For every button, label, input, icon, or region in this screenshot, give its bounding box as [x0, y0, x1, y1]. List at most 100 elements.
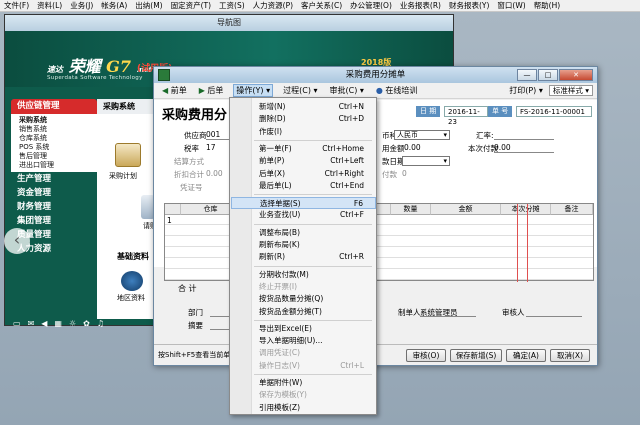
status-icon[interactable]: ✉: [28, 319, 35, 328]
sidebar-subitem[interactable]: 销售系统: [19, 125, 97, 134]
menu-item-label: 导入单据明细(U)...: [259, 336, 323, 346]
print-style-select[interactable]: 标准样式 ▾: [548, 85, 593, 96]
menubar-item[interactable]: 工资(S): [215, 0, 249, 11]
menubar-item[interactable]: 客户关系(C): [297, 0, 346, 11]
menubar-item[interactable]: 固定资产(T): [167, 0, 215, 11]
purchase-plan-label: 采购计划: [109, 172, 137, 180]
sidebar-module[interactable]: 财务管理: [11, 200, 97, 214]
rate-field[interactable]: [494, 130, 554, 140]
menu-item[interactable]: 后单(X) Ctrl+Right: [231, 168, 376, 180]
menubar-item[interactable]: 业务(J): [66, 0, 97, 11]
menubar-item[interactable]: 办公管理(O): [346, 0, 396, 11]
process-menu-button[interactable]: 过程(C) ▾: [281, 85, 319, 96]
menu-item[interactable]: 业务查找(U) Ctrl+F: [231, 209, 376, 221]
sidebar-module[interactable]: 生产管理: [11, 172, 97, 186]
online-training-button[interactable]: ● 在线培训: [374, 85, 420, 96]
sidebar-subitem[interactable]: 仓库系统: [19, 134, 97, 143]
menu-item-shortcut: Ctrl+End: [330, 180, 364, 190]
company-name: Superdata Software Technology: [47, 75, 143, 81]
menu-separator: [254, 374, 372, 375]
status-icon[interactable]: ▭: [13, 319, 21, 328]
print-button[interactable]: 打印(P) ▾: [507, 85, 545, 96]
maker-label: 制单人: [398, 308, 421, 317]
app-icon: [158, 69, 170, 81]
menu-item[interactable]: 删除(D) Ctrl+D: [231, 113, 376, 125]
menubar-item[interactable]: 窗口(W): [493, 0, 529, 11]
maker-field: [420, 307, 476, 317]
sidebar-subitem[interactable]: 进出口管理: [19, 161, 97, 170]
menu-item-label: 删除(D): [259, 114, 286, 124]
minimize-button[interactable]: —: [517, 69, 537, 81]
navigator-status-icons: ▭ ✉ ◀ ▦ ☼ ✿ ♫: [13, 319, 104, 328]
menu-item[interactable]: 最后单(L) Ctrl+End: [231, 180, 376, 192]
save-add-button[interactable]: 保存新增(S): [450, 349, 502, 362]
purchase-plan-icon[interactable]: [115, 143, 141, 167]
menubar-item[interactable]: 财务报表(Y): [445, 0, 493, 11]
menu-item-shortcut: Ctrl+R: [339, 252, 364, 262]
menu-item[interactable]: 按货品数量分摊(Q): [231, 293, 376, 305]
menu-item[interactable]: 分期收付款(M): [231, 269, 376, 281]
tab-basic-data[interactable]: 基础资料: [117, 251, 149, 262]
menu-item[interactable]: 前单(P) Ctrl+Left: [231, 155, 376, 167]
menu-item[interactable]: 作废(I): [231, 126, 376, 138]
currency-select[interactable]: 人民币 ▾: [394, 130, 450, 140]
paid-field[interactable]: [494, 143, 554, 153]
menubar-item[interactable]: 业务报表(R): [396, 0, 445, 11]
region-data-icon[interactable]: [121, 271, 143, 291]
menubar-item[interactable]: 资料(L): [33, 0, 66, 11]
menu-item[interactable]: 新增(N) Ctrl+N: [231, 101, 376, 113]
menu-item-label: 调用凭证(C): [259, 348, 301, 358]
menubar-item[interactable]: 帐务(A): [97, 0, 131, 11]
sidebar-module[interactable]: 资金管理: [11, 186, 97, 200]
left-arrow-icon[interactable]: ‹: [4, 228, 30, 254]
close-button[interactable]: ✕: [559, 69, 593, 81]
date-field[interactable]: 2016-11-23: [444, 106, 488, 126]
status-icon[interactable]: ✿: [83, 319, 90, 328]
menubar-item[interactable]: 出纳(M): [131, 0, 166, 11]
due-date-select[interactable]: ▾: [402, 156, 450, 166]
menubar-item[interactable]: 帮助(H): [530, 0, 565, 11]
tab-purchase-system[interactable]: 采购系统: [97, 99, 159, 114]
menu-item[interactable]: 调整布局(B): [231, 227, 376, 239]
menu-item-shortcut: Ctrl+L: [340, 360, 364, 370]
menu-item[interactable]: 刷新布局(K): [231, 239, 376, 251]
menu-item[interactable]: 第一单(F) Ctrl+Home: [231, 143, 376, 155]
menu-item-label: 单据附件(W): [259, 378, 303, 387]
sidebar-subitem[interactable]: 采购系统: [19, 116, 97, 125]
sidebar-module[interactable]: 集团管理: [11, 214, 97, 228]
menu-item[interactable]: 导出到Excel(E): [231, 323, 376, 335]
module-supply-chain[interactable]: 供应链管理: [11, 99, 97, 114]
discount-value: 0.00: [206, 169, 223, 178]
menu-item-label: 后单(X): [259, 168, 285, 178]
next-doc-button[interactable]: ▶ 后单: [197, 85, 226, 96]
grid-col-remark: 备注: [551, 204, 593, 215]
menu-item[interactable]: 单据附件(W): [231, 377, 376, 389]
menu-item[interactable]: 选择单据(S) F6: [231, 197, 376, 210]
reviewer-field: [526, 307, 582, 317]
tax-value[interactable]: 17: [206, 143, 216, 152]
menubar-item[interactable]: 文件(F): [0, 0, 33, 11]
operate-menu-button[interactable]: 操作(Y) ▾: [233, 84, 274, 97]
prev-doc-button[interactable]: ◀ 前单: [160, 85, 189, 96]
menu-item[interactable]: 引用模板(Z): [231, 402, 376, 414]
approve-menu-button[interactable]: 审批(C) ▾: [328, 85, 366, 96]
menu-item[interactable]: 刷新(R) Ctrl+R: [231, 251, 376, 263]
status-icon[interactable]: ▦: [54, 319, 62, 328]
maximize-button[interactable]: □: [538, 69, 558, 81]
audit-button[interactable]: 审核(O): [406, 349, 446, 362]
navigator-module-list: 供应链管理 采购系统 销售系统 仓库系统 POS 系统 售后管理 进出口管理 生产管理 资金…: [11, 99, 97, 319]
doc-no-field[interactable]: FS-2016-11-00001: [516, 106, 592, 117]
cancel-button[interactable]: 取消(X): [550, 349, 590, 362]
sidebar-subitem[interactable]: POS 系统: [19, 143, 97, 152]
ok-button[interactable]: 确定(A): [506, 349, 546, 362]
grid-divider: [527, 204, 528, 282]
sidebar-subitem[interactable]: 售后管理: [19, 152, 97, 161]
status-icon[interactable]: ◀: [41, 319, 47, 328]
menu-item[interactable]: 导入单据明细(U)...: [231, 335, 376, 347]
menubar-item[interactable]: 人力资源(P): [249, 0, 297, 11]
supplier-field[interactable]: [206, 130, 230, 140]
status-icon[interactable]: ♫: [97, 319, 104, 328]
status-icon[interactable]: ☼: [69, 319, 76, 328]
menu-item-label: 终止开票(I): [259, 281, 298, 291]
menu-item[interactable]: 按货品金额分摊(T): [231, 306, 376, 318]
